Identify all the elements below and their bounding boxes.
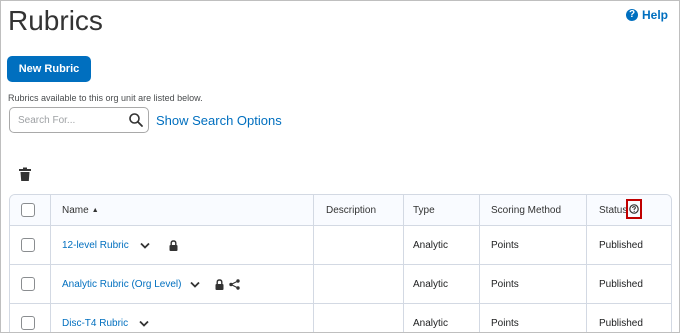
help-link[interactable]: ? Help xyxy=(626,8,668,22)
new-rubric-button[interactable]: New Rubric xyxy=(7,56,91,82)
row-checkbox[interactable] xyxy=(21,316,35,330)
select-all-checkbox[interactable] xyxy=(21,203,35,217)
question-circle-icon[interactable] xyxy=(626,199,642,219)
rubric-scoring-method: Points xyxy=(491,239,519,251)
column-header-name-label: Name xyxy=(62,204,89,216)
table-row: Disc-T4 Rubric Analytic Points Published xyxy=(10,304,671,332)
lock-icon xyxy=(169,239,178,251)
rubric-type: Analytic xyxy=(413,278,449,290)
page-title: Rubrics xyxy=(8,5,103,36)
chevron-down-icon[interactable] xyxy=(140,242,150,249)
table-row: Analytic Rubric (Org Level) Analytic Poi… xyxy=(10,265,671,304)
row-checkbox[interactable] xyxy=(21,238,35,252)
rubric-type: Analytic xyxy=(413,239,449,251)
rubric-name-link[interactable]: Analytic Rubric (Org Level) xyxy=(62,279,181,290)
trash-icon[interactable] xyxy=(18,167,32,182)
org-unit-info-text: Rubrics available to this org unit are l… xyxy=(8,93,203,103)
rubric-name-link[interactable]: 12-level Rubric xyxy=(62,240,129,251)
rubric-type: Analytic xyxy=(413,317,449,329)
chevron-down-icon[interactable] xyxy=(190,281,201,288)
search-input[interactable] xyxy=(18,113,118,127)
chevron-down-icon[interactable] xyxy=(139,320,149,327)
rubric-name-link[interactable]: Disc-T4 Rubric xyxy=(62,318,128,329)
row-checkbox[interactable] xyxy=(21,277,35,291)
help-circle-icon: ? xyxy=(626,9,638,21)
rubric-scoring-method: Points xyxy=(491,278,519,290)
column-header-name[interactable]: Name ▲ xyxy=(50,195,313,225)
search-box xyxy=(9,107,149,133)
rubric-status: Published xyxy=(599,317,643,329)
magnifier-icon[interactable] xyxy=(128,112,144,128)
rubric-status: Published xyxy=(599,278,643,290)
sort-ascending-icon: ▲ xyxy=(91,206,99,214)
lock-icon xyxy=(215,278,224,290)
help-label: Help xyxy=(642,8,669,22)
rubrics-page: Rubrics ? Help New Rubric Rubrics availa… xyxy=(0,0,680,333)
table-row: 12-level Rubric Analytic Points Publishe… xyxy=(10,226,671,265)
column-header-description: Description xyxy=(313,195,403,225)
column-header-type: Type xyxy=(403,195,479,225)
rubric-scoring-method: Points xyxy=(491,317,519,329)
column-header-scoring: Scoring Method xyxy=(479,195,586,225)
share-icon[interactable] xyxy=(229,278,241,290)
rubrics-table: Name ▲ Description Type Scoring Method S… xyxy=(9,194,672,332)
show-search-options-link[interactable]: Show Search Options xyxy=(156,113,282,128)
rubric-status: Published xyxy=(599,239,643,251)
table-header-row: Name ▲ Description Type Scoring Method S… xyxy=(10,195,671,226)
